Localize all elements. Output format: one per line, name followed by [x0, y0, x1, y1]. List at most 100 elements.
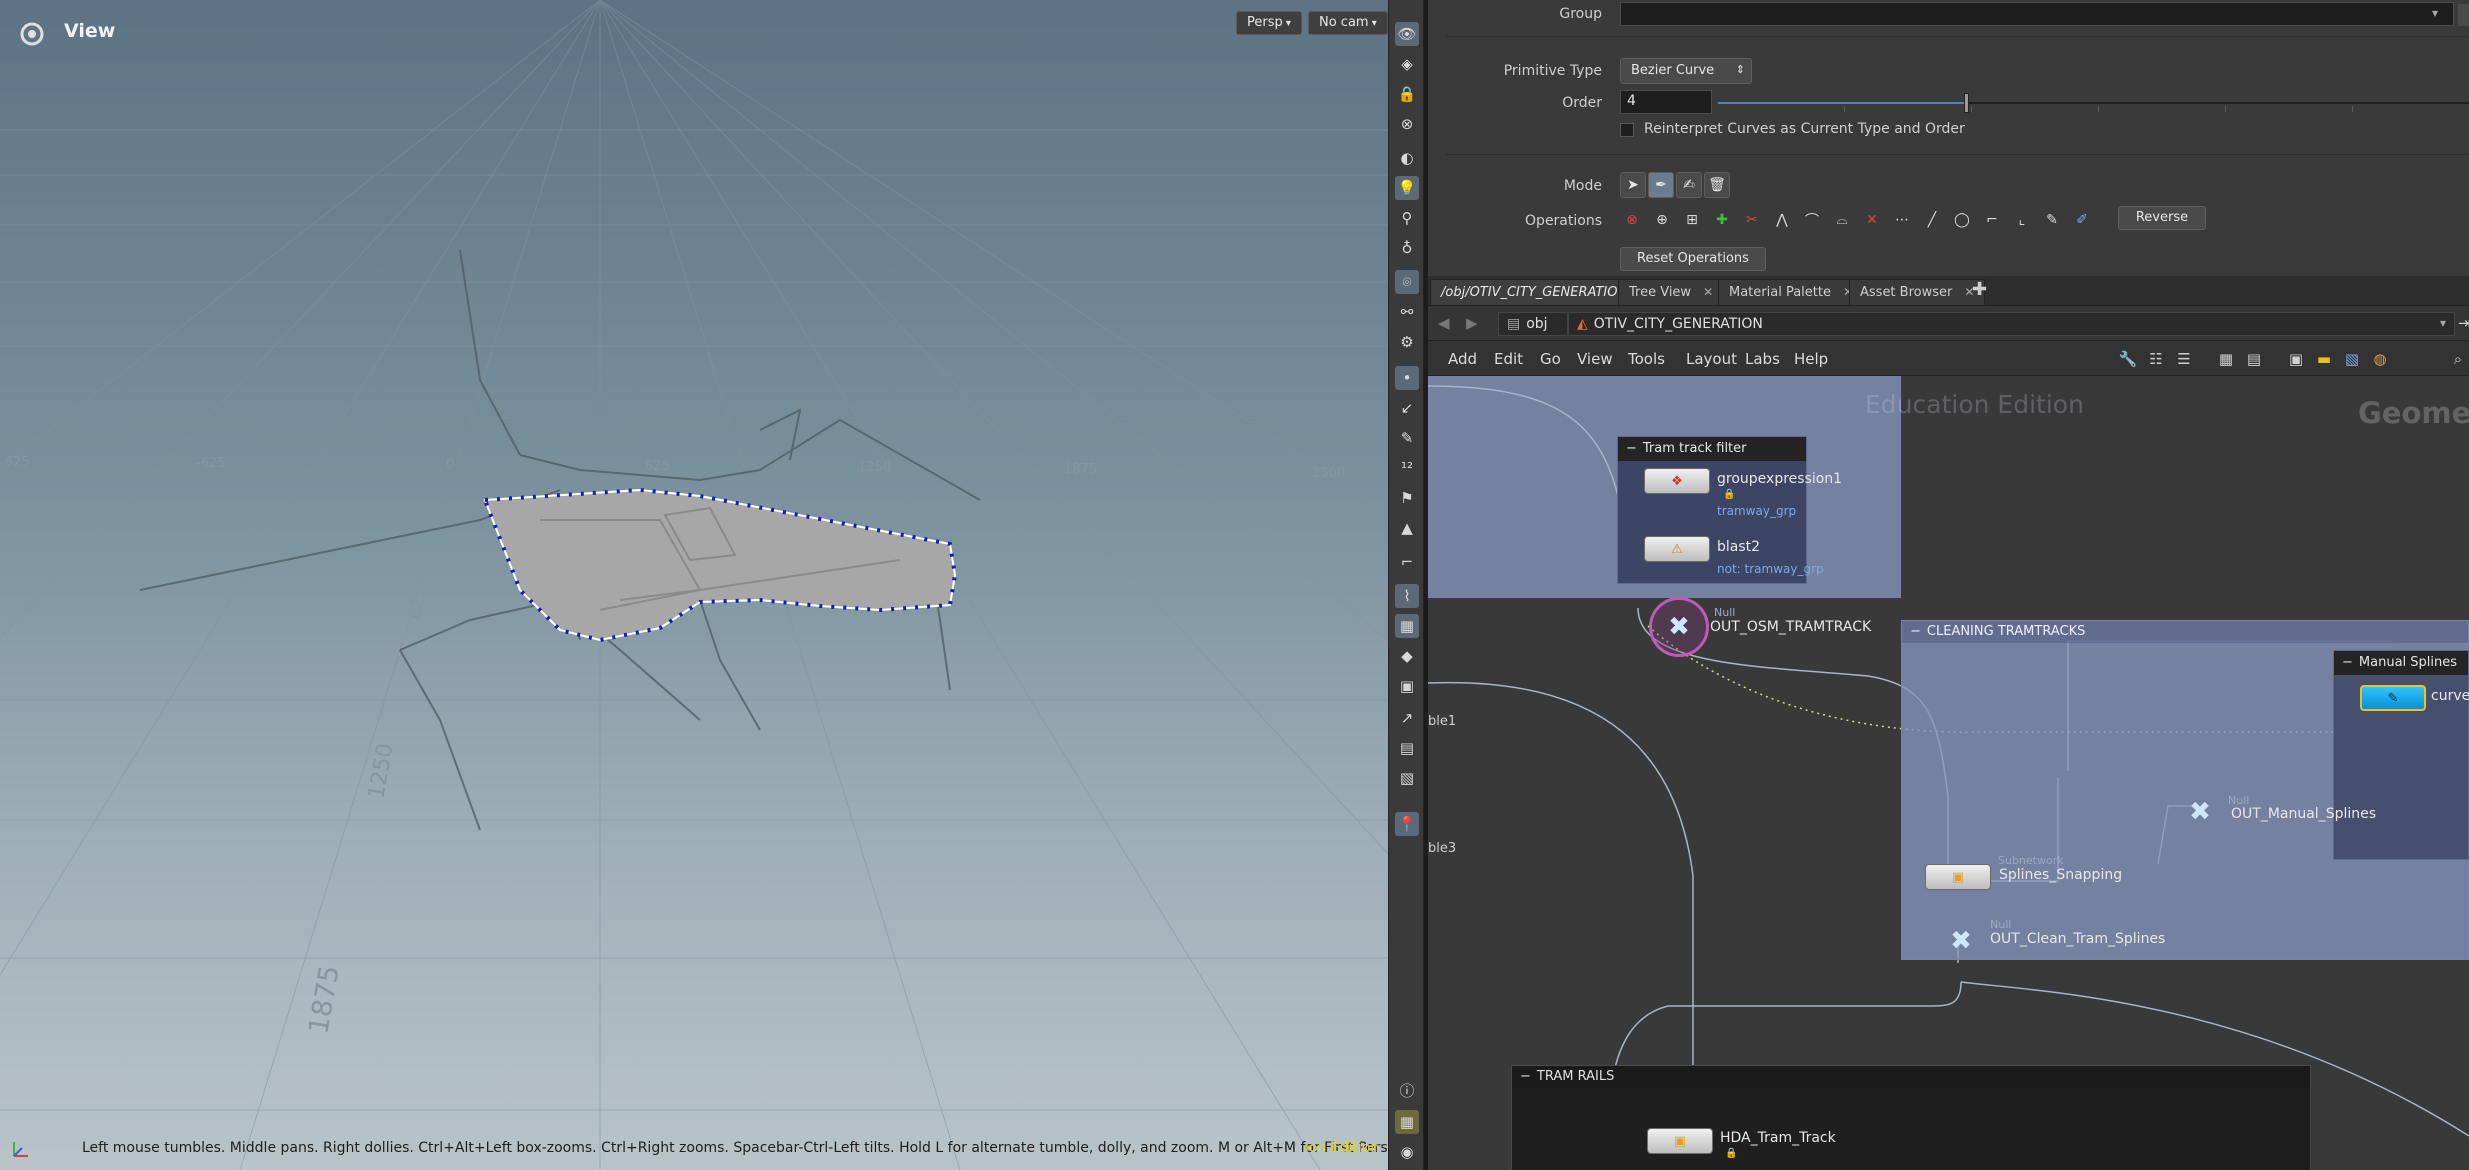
lock-icon[interactable]: 🔒 — [1395, 82, 1419, 106]
op-circle-icon[interactable]: ◯ — [1950, 208, 1974, 232]
tab-tree-view[interactable]: Tree View ✕ — [1618, 279, 1725, 305]
menu-view[interactable]: View — [1577, 350, 1613, 368]
shading-icon[interactable]: ◐ — [1395, 146, 1419, 170]
delete-mode-icon[interactable]: 🗑 — [1704, 172, 1730, 198]
image-icon[interactable]: ▧ — [1395, 766, 1419, 790]
tab-material-palette[interactable]: Material Palette ✕ — [1718, 279, 1865, 305]
menu-layout[interactable]: Layout — [1686, 350, 1737, 368]
snap-pattern-icon[interactable]: ▦ — [1395, 614, 1419, 638]
display-options-icon[interactable]: 👁 — [1395, 22, 1419, 46]
map-icon[interactable]: ▣ — [1395, 674, 1419, 698]
tram-rails-title[interactable]: − TRAM RAILS — [1512, 1066, 2310, 1088]
selected-polygon[interactable] — [482, 487, 958, 643]
group-dropdown-icon[interactable]: ▾ — [2432, 6, 2438, 20]
headlight-icon[interactable]: ⚲ — [1395, 206, 1419, 230]
group-select-icon[interactable] — [2458, 4, 2469, 26]
op-chamfer-icon[interactable]: ⌞ — [2010, 208, 2034, 232]
edit-mode-icon[interactable]: ✍ — [1676, 172, 1702, 198]
op-cut-icon[interactable]: ✂ — [1740, 208, 1764, 232]
menu-edit[interactable]: Edit — [1494, 350, 1523, 368]
manual-splines-box[interactable]: − Manual Splines — [2333, 650, 2469, 860]
menu-labs[interactable]: Labs — [1745, 350, 1780, 368]
node-out-manual[interactable]: ✖ — [2180, 792, 2220, 832]
wrench-icon[interactable]: 🔧 — [2116, 347, 2140, 371]
select-mode-icon[interactable]: ➤ — [1620, 172, 1646, 198]
menu-help[interactable]: Help — [1794, 350, 1828, 368]
wire-icon[interactable]: ⚙ — [1395, 330, 1419, 354]
forward-arrow-icon[interactable]: ▶ — [1466, 314, 1478, 332]
network-box-icon[interactable]: ▣ — [2284, 347, 2308, 371]
eye-icon[interactable]: ◉ — [1395, 1140, 1419, 1164]
reverse-button[interactable]: Reverse — [2118, 206, 2206, 230]
snap-grid-icon[interactable]: ⌐ — [1395, 550, 1419, 574]
node-hda-tram-track[interactable]: ▣ — [1647, 1128, 1713, 1154]
brush-icon[interactable]: ✎ — [1395, 426, 1419, 450]
camera-icon[interactable]: ⌾ — [1395, 270, 1419, 294]
viewport-scene[interactable]: -625 -625 0 625 1250 1875 2500 625 1250 … — [0, 0, 1388, 1170]
collapse-icon[interactable]: − — [1626, 441, 1637, 456]
pin-icon[interactable]: 📍 — [1395, 812, 1419, 836]
tree-icon[interactable]: ☷ — [2144, 347, 2168, 371]
op-line-icon[interactable]: ⋯ — [1890, 208, 1914, 232]
node-out-clean[interactable]: ✖ — [1941, 921, 1981, 961]
bulb-icon[interactable]: ♁ — [1395, 236, 1419, 260]
group-field[interactable] — [1620, 2, 2454, 26]
cleaning-tramtracks-title[interactable]: − CLEANING TRAMTRACKS — [1902, 621, 2468, 643]
path-obj[interactable]: ▤ obj — [1498, 312, 1568, 336]
op-delete-icon[interactable]: ⊗ — [1620, 208, 1644, 232]
primitive-type-menu[interactable]: Bezier Curve ⇕ — [1620, 58, 1752, 84]
sticky-note-icon[interactable]: ▬ — [2312, 347, 2336, 371]
close-icon[interactable]: ✕ — [1703, 285, 1713, 299]
reinterpret-checkbox[interactable] — [1620, 123, 1634, 137]
op-fillet-icon[interactable]: ⌐ — [1980, 208, 2004, 232]
persp-menu-button[interactable]: Persp — [1236, 11, 1302, 35]
info-icon[interactable]: ⓘ — [1395, 1078, 1419, 1102]
order-slider[interactable] — [1718, 93, 2469, 113]
tab-asset-browser[interactable]: Asset Browser ✕ — [1849, 279, 1986, 305]
collapse-icon[interactable]: − — [2342, 655, 2353, 670]
grid-icon[interactable]: ▦ — [2214, 347, 2238, 371]
op-arc-icon[interactable]: ⌓ — [1830, 208, 1854, 232]
camera-menu-button[interactable]: No cam — [1308, 11, 1388, 35]
add-tab-icon[interactable]: ✚ — [1972, 279, 1987, 300]
node-blast[interactable]: ⚠ — [1644, 536, 1710, 562]
menu-add[interactable]: Add — [1448, 350, 1477, 368]
ghost-icon[interactable]: ◈ — [1395, 52, 1419, 76]
order-field[interactable]: 4 — [1620, 90, 1712, 114]
light-icon[interactable]: 💡 — [1395, 176, 1419, 200]
path-icon[interactable]: ↗ — [1395, 706, 1419, 730]
tram-filter-title[interactable]: − Tram track filter — [1618, 437, 1806, 461]
pin-path-icon[interactable]: ⇥ — [2458, 314, 2469, 332]
path-dropdown-icon[interactable]: ▾ — [2440, 316, 2446, 330]
manual-splines-title[interactable]: − Manual Splines — [2334, 651, 2468, 675]
node-out-osm[interactable]: ✖ — [1649, 597, 1709, 657]
network-editor[interactable]: Education Edition Geomet −Tram tra — [1428, 376, 2469, 1170]
op-straight-icon[interactable]: ╱ — [1920, 208, 1944, 232]
node-splines-snapping[interactable]: ▣ — [1925, 864, 1991, 890]
op-add-icon[interactable]: ✚ — [1710, 208, 1734, 232]
image-icon[interactable]: ▧ — [2340, 347, 2364, 371]
layout-icon[interactable]: ▦ — [1395, 1110, 1419, 1134]
number-icon[interactable]: ¹² — [1395, 456, 1419, 480]
menu-tools[interactable]: Tools — [1628, 350, 1665, 368]
op-remove-icon[interactable]: ✕ — [1860, 208, 1884, 232]
op-corner-icon[interactable]: ⋀ — [1770, 208, 1794, 232]
point-icon[interactable]: • — [1395, 366, 1419, 390]
op-sculpt-icon[interactable]: ✐ — [2070, 208, 2094, 232]
color-icon[interactable]: ◍ — [2368, 347, 2392, 371]
path-network[interactable]: ◭ OTIV_CITY_GENERATION ▾ — [1568, 312, 2455, 336]
list-icon[interactable]: ☰ — [2172, 347, 2196, 371]
normal-icon[interactable]: ↙ — [1395, 396, 1419, 420]
snap-prim-icon[interactable]: ◆ — [1395, 644, 1419, 668]
collapse-icon[interactable]: − — [1520, 1069, 1531, 1084]
draw-mode-icon[interactable]: ✒ — [1648, 172, 1674, 198]
collapse-icon[interactable]: − — [1910, 624, 1921, 639]
op-insert-icon[interactable]: ⊕ — [1650, 208, 1674, 232]
table-icon[interactable]: ▤ — [2242, 347, 2266, 371]
stamp-icon[interactable]: ⚑ — [1395, 486, 1419, 510]
snap-curve-icon[interactable]: ⌇ — [1395, 584, 1419, 608]
back-arrow-icon[interactable]: ◀ — [1438, 314, 1450, 332]
op-smooth-icon[interactable]: ⌒ — [1800, 208, 1824, 232]
op-brush-icon[interactable]: ✎ — [2040, 208, 2064, 232]
search-icon[interactable]: ⌕ — [2446, 347, 2469, 371]
